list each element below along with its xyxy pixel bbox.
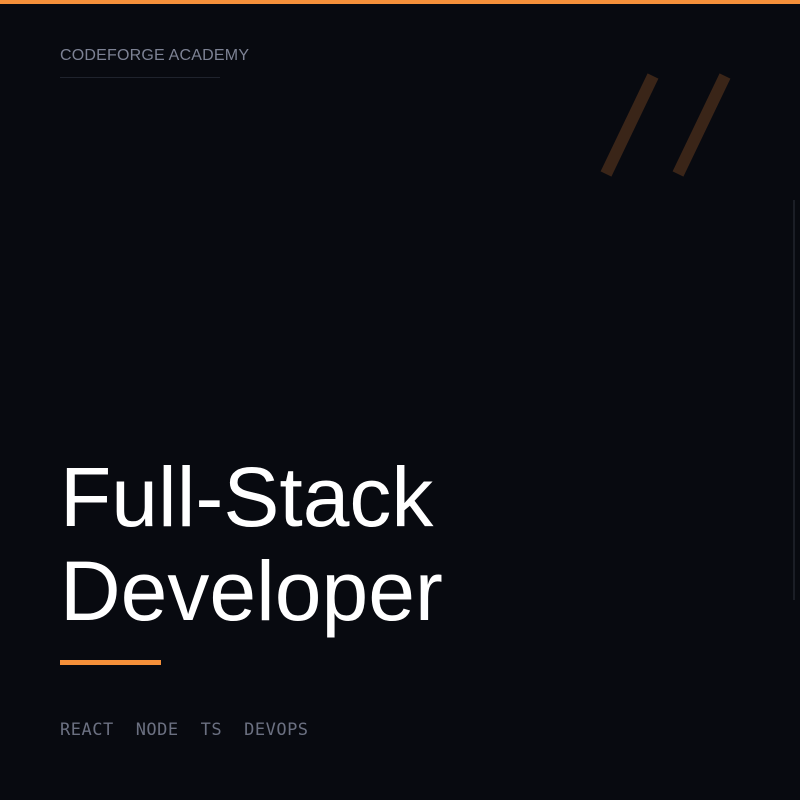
edge-divider (793, 200, 795, 600)
brand-name: CODEFORGE ACADEMY (60, 47, 250, 64)
slash-mark-left (600, 73, 659, 177)
tag-node: NODE (135, 720, 179, 740)
tag-ts: TS (200, 720, 223, 740)
title-underline (60, 660, 161, 665)
slash-mark-right (672, 73, 731, 177)
top-accent-bar (0, 0, 800, 4)
tag-react: REACT (60, 720, 114, 740)
brand-divider (60, 77, 220, 78)
title-line-1: Full-Stack (60, 450, 434, 544)
double-slash-icon (600, 73, 731, 177)
tag-devops: DEVOPS (244, 720, 309, 740)
title-line-2: Developer (60, 544, 443, 638)
tag-list: REACT NODE TS DEVOPS (60, 720, 309, 740)
page-title: Full-Stack Developer (60, 450, 443, 638)
slide-canvas: CODEFORGE ACADEMY Full-Stack Developer R… (0, 0, 800, 800)
